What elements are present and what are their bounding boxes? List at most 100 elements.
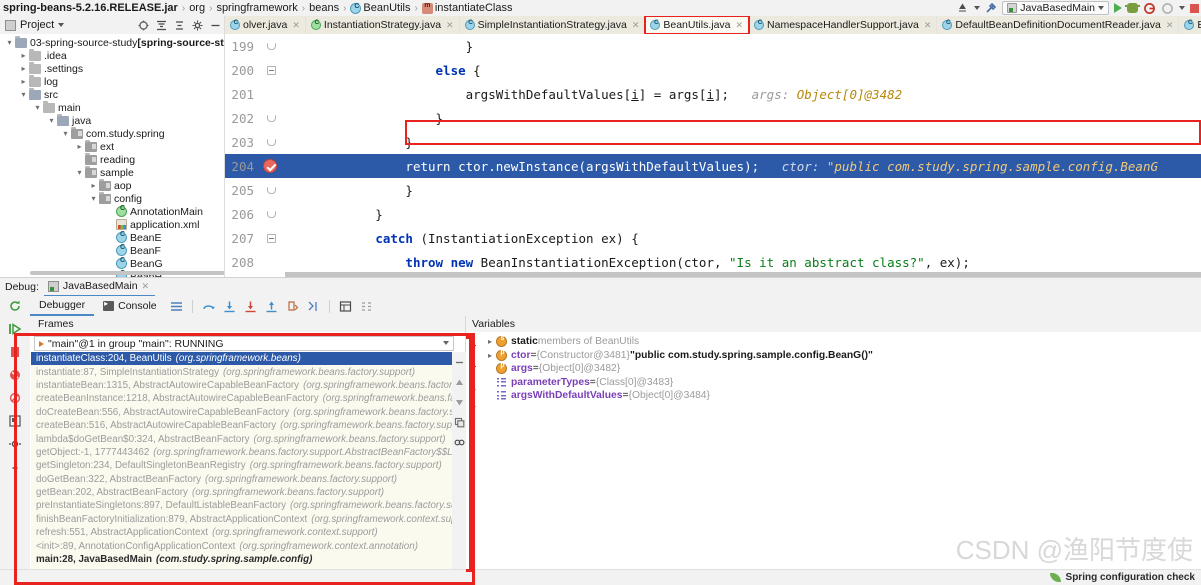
step-into-icon[interactable] [223, 300, 236, 313]
collapse-all-icon[interactable] [174, 20, 185, 31]
tab-beanutils[interactable]: BeanUtils.java ✕ [644, 16, 751, 34]
expand-all-icon[interactable] [156, 20, 167, 31]
breakpoint-icon[interactable] [263, 159, 277, 173]
layout-lines-icon[interactable] [170, 300, 183, 313]
frame-row[interactable]: getObject:-1, 1777443462 (org.springfram… [31, 446, 465, 459]
gutter[interactable] [259, 58, 285, 82]
gutter[interactable] [259, 106, 285, 130]
chevron-down-icon[interactable]: ▾ [4, 38, 15, 47]
tree-node-com-study-spring[interactable]: ▾ com.study.spring [0, 126, 224, 140]
tree-node-main[interactable]: ▾ main [0, 100, 224, 114]
tree-node-module[interactable]: ▾ 03-spring-source-study [spring-source-… [0, 35, 224, 49]
build-hammer-icon[interactable] [985, 2, 997, 14]
code-fold-icon[interactable] [267, 115, 276, 122]
mute-breakpoints-icon[interactable] [8, 391, 22, 405]
breadcrumb-item-beans[interactable]: beans [309, 2, 339, 14]
chevron-right-icon[interactable]: ▸ [88, 181, 99, 190]
tree-horizontal-scrollbar[interactable] [30, 271, 224, 275]
tab-olver[interactable]: olver.java ✕ [225, 16, 306, 34]
variable-row-argswithdefaultvalues[interactable]: argsWithDefaultValues = {Object[0]@3484} [466, 389, 1201, 403]
close-icon[interactable]: ✕ [142, 281, 150, 292]
close-icon[interactable]: ✕ [924, 20, 932, 31]
chevron-down-icon[interactable] [58, 23, 65, 27]
code-fold-icon[interactable] [267, 43, 276, 50]
evaluate-expression-icon[interactable] [339, 300, 352, 313]
gutter[interactable] [259, 130, 285, 154]
chevron-right-icon[interactable]: ▸ [18, 64, 29, 73]
profiler-icon[interactable] [1161, 2, 1174, 15]
frame-row[interactable]: <init>:89, AnnotationConfigApplicationCo… [31, 539, 465, 552]
tree-node-sample[interactable]: ▾ sample [0, 165, 224, 179]
move-down-icon[interactable] [454, 397, 465, 408]
chevron-right-icon[interactable]: ▸ [484, 337, 496, 346]
gutter[interactable] [259, 202, 285, 226]
breadcrumb-item-jar[interactable]: spring-beans-5.2.16.RELEASE.jar [3, 2, 178, 14]
variable-row-static[interactable]: ▸ static members of BeanUtils [466, 335, 1201, 349]
stop-red-icon[interactable] [8, 345, 22, 359]
settings-gear-icon[interactable] [192, 20, 203, 31]
chevron-down-icon[interactable]: ▾ [46, 116, 57, 125]
hide-panel-icon[interactable] [210, 20, 221, 31]
remove-watch-icon[interactable] [467, 361, 478, 372]
variables-panel[interactable]: ▸ static members of BeanUtils ▸ ctor = {… [466, 332, 1201, 585]
breadcrumb-item-springframework[interactable]: springframework [216, 2, 297, 14]
tree-node-beang[interactable]: BeanG [0, 257, 224, 270]
gutter[interactable] [259, 178, 285, 202]
pin-icon[interactable] [8, 460, 22, 474]
tree-node-reading[interactable]: ▸ reading [0, 152, 224, 166]
locate-icon[interactable] [138, 20, 149, 31]
tree-node-application-xml[interactable]: application.xml [0, 218, 224, 231]
tree-node-idea[interactable]: ▸ .idea [0, 48, 224, 62]
tab-instantiationstrategy[interactable]: InstantiationStrategy.java ✕ [305, 16, 460, 34]
frame-row[interactable]: getBean:202, AbstractBeanFactory (org.sp… [31, 486, 465, 499]
settings-gear-icon[interactable] [8, 437, 22, 451]
chevron-down-icon[interactable]: ▾ [60, 129, 71, 138]
close-icon[interactable]: ✕ [632, 20, 640, 31]
tree-node-beanf[interactable]: BeanF [0, 244, 224, 257]
code-fold-icon[interactable] [267, 211, 276, 218]
gutter[interactable] [259, 226, 285, 250]
frame-row[interactable]: instantiate:87, SimpleInstantiationStrat… [31, 365, 465, 378]
chevron-right-icon[interactable]: ▸ [74, 142, 85, 151]
code-fold-icon[interactable] [267, 187, 276, 194]
collapse-icon[interactable] [454, 357, 465, 368]
frame-row[interactable]: refresh:551, AbstractApplicationContext … [31, 526, 465, 539]
chevron-right-icon[interactable]: ▸ [484, 351, 496, 360]
close-icon[interactable]: ✕ [736, 20, 744, 31]
breadcrumb-item-instantiateclass[interactable]: instantiateClass [421, 2, 513, 14]
resume-program-icon[interactable] [8, 322, 22, 336]
debug-session-tab[interactable]: JavaBasedMain ✕ [43, 278, 156, 297]
tab-console[interactable]: Console [94, 296, 166, 316]
tree-node-ext[interactable]: ▸ ext [0, 139, 224, 153]
tab-simpleinstantiationstrategy[interactable]: SimpleInstantiationStrategy.java ✕ [459, 16, 646, 34]
variable-row-ctor[interactable]: ▸ ctor = {Constructor@3481} "public com.… [466, 349, 1201, 363]
run-to-cursor-icon[interactable] [307, 300, 320, 313]
frame-row[interactable]: finishBeanFactoryInitialization:879, Abs… [31, 513, 465, 526]
tab-defaultbeandefinitiondocumentreader[interactable]: DefaultBeanDefinitionDocumentReader.java… [937, 16, 1180, 34]
view-breakpoints-icon[interactable] [8, 368, 22, 382]
thread-selector[interactable]: "main"@1 in group "main": RUNNING [34, 336, 454, 351]
variable-row-args[interactable]: args = {Object[0]@3482} [466, 362, 1201, 376]
run-configuration-selector[interactable]: JavaBasedMain [1002, 1, 1109, 15]
tree-node-src[interactable]: ▾ src [0, 87, 224, 101]
variable-row-parametertypes[interactable]: parameterTypes = {Class[0]@3483} [466, 376, 1201, 390]
frame-row[interactable]: createBean:516, AbstractAutowireCapableB… [31, 419, 465, 432]
tree-node-java[interactable]: ▾ java [0, 113, 224, 127]
debug-bug-icon[interactable] [1125, 3, 1140, 13]
frame-row[interactable]: getSingleton:234, DefaultSingletonBeanRe… [31, 459, 465, 472]
project-panel-title[interactable]: Project [20, 19, 54, 31]
step-over-icon[interactable] [202, 300, 215, 313]
code-editor[interactable]: 199 } 200 else { 201 argsWithDefaultValu… [225, 34, 1201, 277]
tree-node-annotationmain[interactable]: AnnotationMain [0, 205, 224, 218]
status-bar-text[interactable]: Spring configuration check [1066, 572, 1195, 583]
stop-icon[interactable] [1190, 3, 1199, 13]
gutter[interactable] [259, 34, 285, 58]
run-play-icon[interactable] [1114, 3, 1122, 13]
move-up-icon[interactable] [467, 382, 478, 393]
link-frames-icon[interactable] [454, 437, 465, 448]
code-fold-icon[interactable] [267, 66, 276, 75]
tree-node-aop[interactable]: ▸ aop [0, 178, 224, 192]
code-fold-icon[interactable] [267, 234, 276, 243]
tree-node-config[interactable]: ▾ config [0, 191, 224, 205]
chevron-down-icon[interactable] [1179, 6, 1185, 10]
